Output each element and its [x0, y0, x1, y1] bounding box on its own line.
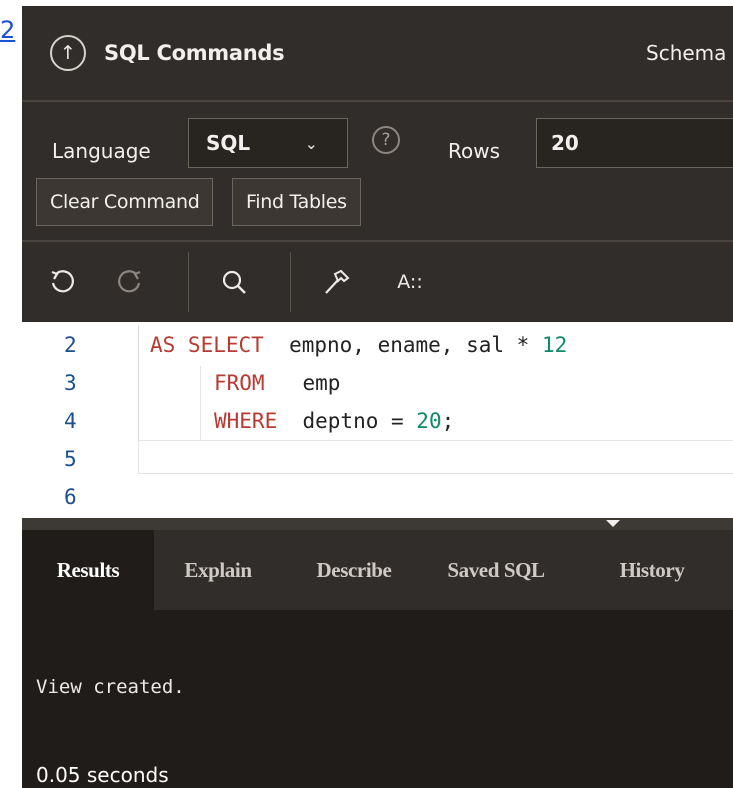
rows-label: Rows — [448, 139, 501, 163]
code-line: WHERE deptno = 20; — [214, 402, 454, 440]
code-editor[interactable]: 2 3 4 5 6 AS SELECT empno, ename, sal * … — [22, 322, 733, 518]
code-text: emp — [264, 371, 341, 395]
line-number: 6 — [64, 485, 77, 509]
line-number: 5 — [64, 447, 77, 471]
line-number: 4 — [64, 409, 77, 433]
app-header: ↑ SQL Commands Schema — [22, 6, 733, 102]
current-line-highlight — [138, 440, 733, 474]
sql-commands-app: ↑ SQL Commands Schema Language SQL ⌄ ? R… — [22, 6, 733, 788]
results-panel: View created. 0.05 seconds — [22, 610, 733, 788]
language-label: Language — [52, 139, 151, 163]
arrow-up-circle-icon[interactable]: ↑ — [50, 35, 86, 71]
line-number: 3 — [64, 371, 77, 395]
command-toolbar: Language SQL ⌄ ? Rows 20 Clear Command F… — [22, 102, 733, 242]
tab-saved-sql[interactable]: Saved SQL — [434, 530, 558, 610]
tab-explain[interactable]: Explain — [160, 530, 276, 610]
language-value: SQL — [206, 131, 251, 155]
tab-describe[interactable]: Describe — [292, 530, 416, 610]
result-message: View created. — [36, 676, 185, 698]
elapsed-time: 0.05 seconds — [36, 763, 169, 787]
rows-value: 20 — [551, 131, 579, 155]
rows-input[interactable]: 20 — [536, 118, 733, 168]
redo-icon[interactable] — [108, 256, 152, 308]
indent-guide — [138, 326, 139, 440]
sql-keyword: AS SELECT — [150, 333, 264, 357]
sql-keyword: WHERE — [214, 409, 278, 433]
code-text: empno, ename, sal * — [263, 333, 542, 357]
code-line: FROM emp — [214, 364, 340, 402]
undo-icon[interactable] — [40, 256, 84, 308]
tab-results[interactable]: Results — [22, 530, 154, 610]
schema-label[interactable]: Schema — [646, 36, 726, 70]
chevron-down-icon: ⌄ — [305, 135, 318, 153]
line-number: 2 — [64, 333, 77, 357]
sql-number: 12 — [541, 333, 568, 357]
pane-splitter[interactable] — [22, 518, 733, 530]
code-text: ; — [441, 409, 455, 433]
language-select[interactable]: SQL ⌄ — [188, 118, 348, 168]
autocomplete-button[interactable]: A:: — [388, 256, 432, 308]
search-icon[interactable] — [212, 256, 256, 308]
tab-history[interactable]: History — [600, 530, 704, 610]
collapse-triangle-icon[interactable] — [606, 520, 620, 527]
indent-guide — [200, 366, 201, 440]
sql-keyword: FROM — [214, 371, 265, 395]
page-fragment-link[interactable]: 2 — [0, 18, 22, 42]
find-tables-button[interactable]: Find Tables — [232, 178, 361, 226]
code-text: deptno = — [277, 409, 417, 433]
editor-toolbar: A:: — [22, 242, 733, 322]
page-title: SQL Commands — [104, 41, 285, 65]
clear-command-button[interactable]: Clear Command — [36, 178, 214, 226]
toolbar-separator — [290, 252, 291, 312]
results-tabs: Results Explain Describe Saved SQL Histo… — [22, 530, 733, 610]
toolbar-separator — [188, 252, 189, 312]
help-icon[interactable]: ? — [372, 126, 400, 154]
code-line: AS SELECT empno, ename, sal * 12 — [150, 326, 567, 364]
hammer-icon[interactable] — [314, 256, 358, 308]
sql-number: 20 — [416, 409, 442, 433]
